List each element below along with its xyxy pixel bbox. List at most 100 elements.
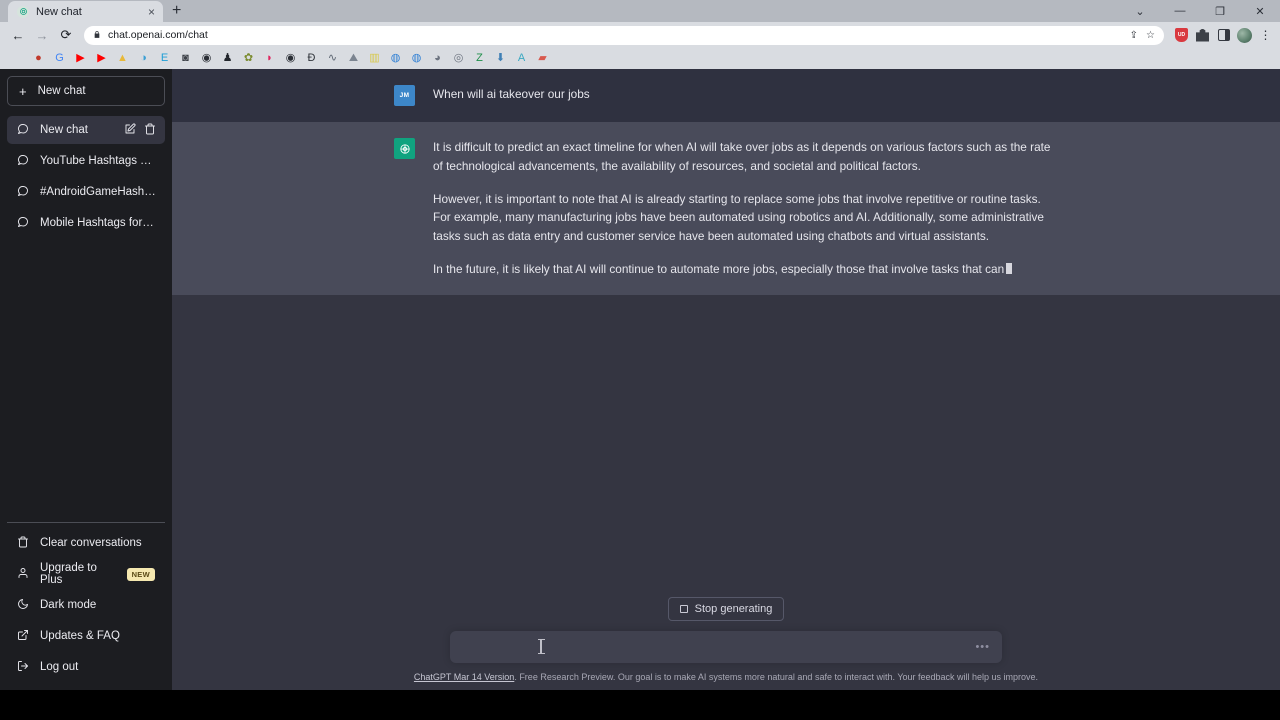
conversation-title: YouTube Hashtags Tips: [40, 155, 156, 167]
bookmarks-bar: ● G ▶ ▶ ▲ ◑ E ◙ ◉ ♟ ✿ ◗ ◉ Ɖ ∿ ⛰ ▥ ◍ ◍ ◕ ◎ Z ⬇ A ▰: [0, 48, 1280, 69]
zotero-bookmark[interactable]: Z: [469, 50, 490, 68]
loading-dots-icon: •••: [975, 640, 990, 653]
sidebar-item-clear-conversations[interactable]: Clear conversations: [7, 528, 165, 558]
download-bookmark[interactable]: ⬇: [490, 50, 511, 68]
main-content: JM When will ai takeover our jobs It is di…: [172, 69, 1280, 690]
pencil-icon[interactable]: [124, 122, 136, 138]
close-window-icon[interactable]: ✕: [1240, 0, 1280, 22]
stop-generating-label: Stop generating: [694, 603, 773, 615]
sidebar-item-label: Upgrade to Plus: [40, 562, 97, 586]
sidebar-item-label: Dark mode: [40, 599, 97, 611]
footer-disclaimer: ChatGPT Mar 14 Version. Free Research Pr…: [414, 672, 1038, 682]
stats-bookmark[interactable]: ▰: [532, 50, 553, 68]
assistant-message: It is difficult to predict an exact time…: [172, 122, 1280, 295]
mountain-bookmark[interactable]: ⛰: [343, 50, 364, 68]
maximize-icon[interactable]: ❐: [1200, 0, 1240, 22]
sidebar-item-label: Log out: [40, 661, 79, 673]
side-panel-icon[interactable]: [1215, 27, 1232, 44]
profile-avatar[interactable]: [1236, 27, 1253, 44]
chart-bookmark[interactable]: ∿: [322, 50, 343, 68]
message-paragraph: It is difficult to predict an exact time…: [433, 140, 1051, 173]
chrome-menu-icon[interactable]: ⋮: [1257, 27, 1274, 44]
oval-blue-bookmark[interactable]: ◍: [385, 50, 406, 68]
message-paragraph: In the future, it is likely that AI will…: [433, 260, 1056, 279]
new-chat-label: New chat: [37, 85, 86, 97]
back-icon[interactable]: ←: [6, 23, 30, 47]
lock-icon: [93, 30, 101, 41]
currency-bookmark[interactable]: Ɖ: [301, 50, 322, 68]
trash-icon[interactable]: [144, 123, 156, 138]
conversation-item[interactable]: #AndroidGameHashtags: [7, 178, 165, 206]
conversation-item[interactable]: New chat: [7, 116, 165, 144]
screen-letterbox: [0, 690, 1280, 720]
forward-icon[interactable]: →: [30, 23, 54, 47]
new-tab-button[interactable]: +: [172, 3, 181, 22]
avatar: [394, 138, 415, 159]
aseprite-bookmark[interactable]: A: [511, 50, 532, 68]
camera-bookmark[interactable]: ◙: [175, 50, 196, 68]
sidebar-item-label: Updates & FAQ: [40, 630, 120, 642]
puzzle-extensions-icon[interactable]: [1194, 27, 1211, 44]
tomato-bookmark[interactable]: ●: [28, 50, 49, 68]
google-bookmark[interactable]: G: [49, 50, 70, 68]
reload-icon[interactable]: ⟳: [54, 23, 78, 47]
brave-shields-icon[interactable]: [1173, 27, 1190, 44]
composer-area: Stop generating ••• ChatGPT Mar 14 Versi…: [172, 597, 1280, 690]
minimize-icon[interactable]: —: [1160, 0, 1200, 22]
close-icon[interactable]: ×: [148, 6, 155, 18]
share-icon[interactable]: ⇪: [1130, 30, 1138, 41]
sidebar-item-updates-faq[interactable]: Updates & FAQ: [7, 621, 165, 651]
chat-bubble-icon: [17, 123, 29, 138]
address-bar[interactable]: chat.openai.com/chat ⇪ ☆: [84, 25, 1164, 45]
new-badge: NEW: [126, 567, 155, 581]
sphere-bookmark[interactable]: ◕: [427, 50, 448, 68]
sidebar-bottom-menu: Clear conversations Upgrade to Plus NEW Dar…: [7, 522, 165, 690]
apple-bookmark[interactable]: [7, 50, 28, 68]
sidebar-item-upgrade-to-plus[interactable]: Upgrade to Plus NEW: [7, 559, 165, 589]
page-scrollbar[interactable]: [1274, 69, 1280, 690]
new-chat-button[interactable]: + New chat: [7, 76, 165, 106]
navigation-toolbar: ← → ⟳ chat.openai.com/chat ⇪ ☆ ⋮: [0, 22, 1280, 48]
message-paragraph: However, it is important to note that AI…: [433, 191, 1044, 244]
chatgpt-page: + New chat New chat YouTube Hashtags Tip…: [0, 69, 1280, 690]
conversation-actions: [124, 122, 156, 138]
version-link[interactable]: ChatGPT Mar 14 Version: [414, 672, 514, 682]
oval-blue2-bookmark[interactable]: ◍: [406, 50, 427, 68]
sidebar-item-dark-mode[interactable]: Dark mode: [7, 590, 165, 620]
saturn-bookmark[interactable]: ◎: [448, 50, 469, 68]
address-bar-url: chat.openai.com/chat: [108, 29, 208, 41]
conversation-title: New chat: [40, 124, 88, 136]
external-link-icon: [17, 629, 29, 644]
pin-bookmark[interactable]: ♟: [217, 50, 238, 68]
stop-generating-button[interactable]: Stop generating: [667, 597, 785, 621]
youtube-bookmark[interactable]: ▶: [70, 50, 91, 68]
globe-bookmark[interactable]: ◉: [280, 50, 301, 68]
composer-box[interactable]: •••: [450, 631, 1002, 663]
chevron-down-icon[interactable]: ⌄: [1120, 0, 1160, 22]
bookmark-star-icon[interactable]: ☆: [1146, 30, 1155, 41]
logout-icon: [17, 660, 29, 675]
sidebar-item-log-out[interactable]: Log out: [7, 652, 165, 682]
excel-bookmark[interactable]: E: [154, 50, 175, 68]
gear-green-bookmark[interactable]: ✿: [238, 50, 259, 68]
openai-favicon-icon: [17, 5, 29, 18]
moon-icon: [17, 598, 29, 613]
globe-dark-bookmark[interactable]: ◉: [196, 50, 217, 68]
triangle-bookmark[interactable]: ▲: [112, 50, 133, 68]
chat-bubble-icon: [17, 185, 29, 200]
conversation-item[interactable]: YouTube Hashtags Tips: [7, 147, 165, 175]
user-message: JM When will ai takeover our jobs: [172, 69, 1280, 122]
note-bookmark[interactable]: ▥: [364, 50, 385, 68]
tab-strip: New chat × + ⌄ — ❐ ✕: [0, 0, 1280, 22]
browser-window: New chat × + ⌄ — ❐ ✕ ← → ⟳ chat.openai.c…: [0, 0, 1280, 690]
message-paragraph: When will ai takeover our jobs: [433, 87, 590, 101]
browser-tab[interactable]: New chat ×: [8, 1, 163, 22]
flame-bookmark[interactable]: ◗: [259, 50, 280, 68]
footer-rest-text: . Free Research Preview. Our goal is to …: [514, 672, 1039, 682]
cloud-bookmark[interactable]: ◑: [133, 50, 154, 68]
conversation-item[interactable]: Mobile Hashtags for Twitter: [7, 209, 165, 237]
conversation-title: Mobile Hashtags for Twitter: [40, 217, 156, 229]
youtube-studio-bookmark[interactable]: ▶: [91, 50, 112, 68]
plus-icon: +: [19, 83, 27, 99]
